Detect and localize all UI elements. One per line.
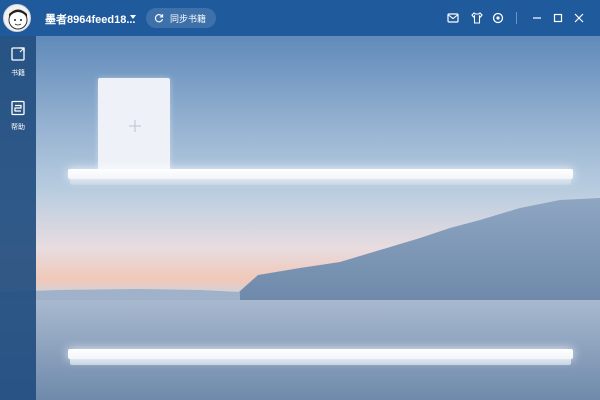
avatar[interactable] (3, 4, 31, 32)
user-name[interactable]: 墨者8964feed18... (45, 11, 136, 27)
chevron-down-icon[interactable] (129, 13, 137, 21)
sync-books-label: 同步书籍 (170, 13, 207, 24)
sync-books-button[interactable]: 同步书籍 (146, 8, 216, 28)
sidebar-item-books[interactable]: 书籍 (0, 46, 36, 86)
help-icon (11, 100, 25, 116)
settings-icon[interactable] (491, 11, 505, 25)
avatar-icon (8, 9, 28, 30)
sidebar-item-help[interactable]: 帮助 (0, 100, 36, 140)
title-bar: 墨者8964feed18... 同步书籍 (0, 0, 600, 36)
plus-icon[interactable] (129, 120, 141, 132)
shelf-lower (68, 349, 573, 365)
book-icon (11, 47, 25, 61)
sidebar-item-label: 帮助 (11, 124, 25, 131)
bookshelf-window: 墨者8964feed18... 同步书籍 书籍 帮助 (0, 0, 600, 400)
mail-icon[interactable] (446, 11, 460, 25)
titlebar-divider (516, 12, 517, 24)
refresh-icon (154, 14, 164, 23)
sidebar-item-label: 书籍 (11, 70, 25, 77)
maximize-icon[interactable] (551, 11, 565, 25)
minimize-icon[interactable] (530, 11, 544, 25)
close-icon[interactable] (572, 11, 586, 25)
shelf-upper (68, 169, 573, 185)
background-landscape (0, 198, 600, 400)
sidebar: 书籍 帮助 (0, 36, 36, 400)
tshirt-icon[interactable] (470, 11, 484, 25)
